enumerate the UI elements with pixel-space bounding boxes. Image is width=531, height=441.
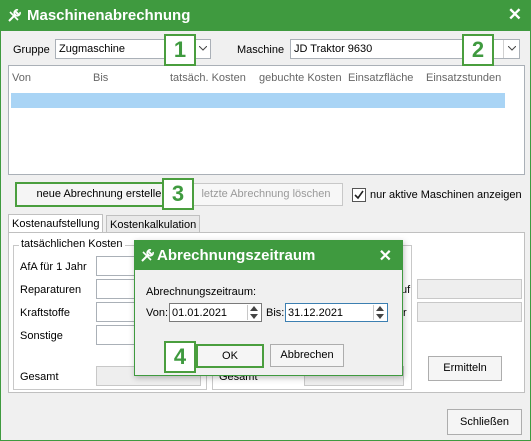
gruppe-label: Gruppe bbox=[13, 44, 50, 56]
date-spinner[interactable] bbox=[247, 305, 260, 320]
dialog-title: Abrechnungszeitraum bbox=[157, 247, 316, 264]
bis-date-value: 31.12.2021 bbox=[288, 307, 344, 319]
delete-last-billing-label: letzte Abrechnung löschen bbox=[201, 188, 331, 200]
spin-down-icon[interactable] bbox=[250, 314, 258, 319]
schliessen-button[interactable]: Schließen bbox=[447, 409, 522, 435]
main-window: Maschinenabrechnung ✕ Gruppe Zugmaschine… bbox=[0, 0, 531, 441]
cost-row-label: Kraftstoffe bbox=[20, 307, 70, 319]
callout-badge-1: 1 bbox=[164, 34, 196, 66]
period-label: Abrechnungszeitraum: bbox=[146, 286, 257, 298]
maschine-label: Maschine bbox=[237, 44, 285, 56]
von-label: Von: bbox=[146, 307, 169, 319]
column-header[interactable]: Einsatzstunden bbox=[426, 72, 501, 84]
window-title: Maschinenabrechnung bbox=[27, 7, 191, 24]
spin-down-icon[interactable] bbox=[376, 314, 384, 319]
cancel-button[interactable]: Abbrechen bbox=[270, 344, 344, 367]
period-dialog: Abrechnungszeitraum ✕ Abrechnungszeitrau… bbox=[134, 240, 403, 376]
cost-row-label: AfA für 1 Jahr bbox=[20, 261, 87, 273]
new-billing-label: neue Abrechnung erstellen bbox=[36, 188, 168, 200]
ermitteln-label: Ermitteln bbox=[443, 362, 487, 374]
close-icon[interactable]: ✕ bbox=[379, 246, 392, 266]
active-machines-checkbox[interactable] bbox=[352, 188, 366, 202]
ok-button[interactable]: OK bbox=[196, 344, 264, 368]
tools-icon bbox=[8, 9, 21, 22]
von-date-value: 01.01.2021 bbox=[172, 307, 228, 319]
total-label: Gesamt bbox=[20, 371, 59, 383]
close-icon[interactable]: ✕ bbox=[508, 5, 522, 25]
label-fragment: r bbox=[403, 307, 407, 319]
delete-last-billing-button[interactable]: letzte Abrechnung löschen bbox=[189, 183, 343, 206]
ermitteln-button[interactable]: Ermitteln bbox=[428, 356, 502, 381]
schliessen-label: Schließen bbox=[460, 416, 509, 428]
tab-label: Kostenaufstellung bbox=[12, 218, 100, 230]
gruppe-value: Zugmaschine bbox=[59, 43, 126, 55]
right-field bbox=[417, 279, 522, 299]
spin-up-icon[interactable] bbox=[376, 306, 384, 311]
date-spinner[interactable] bbox=[373, 305, 386, 320]
spin-up-icon[interactable] bbox=[250, 306, 258, 311]
billing-grid[interactable]: Von Bis tatsäch. Kosten gebuchte Kosten … bbox=[8, 65, 525, 175]
column-header[interactable]: tatsäch. Kosten bbox=[170, 72, 246, 84]
cost-row-label: Sonstige bbox=[20, 330, 63, 342]
cost-row-label: Reparaturen bbox=[20, 284, 82, 296]
tab-label: Kostenkalkulation bbox=[110, 219, 197, 231]
chevron-down-icon[interactable] bbox=[194, 40, 210, 58]
group-title: tatsächlichen Kosten bbox=[19, 238, 125, 250]
title-bar: Maschinenabrechnung ✕ bbox=[1, 1, 530, 31]
table-row[interactable] bbox=[11, 93, 505, 108]
column-header[interactable]: gebuchte Kosten bbox=[259, 72, 342, 84]
bis-date-input[interactable]: 31.12.2021 bbox=[285, 303, 388, 322]
chevron-down-icon[interactable] bbox=[503, 40, 519, 58]
column-header[interactable]: Bis bbox=[93, 72, 108, 84]
ok-label: OK bbox=[222, 350, 238, 362]
checkmark-icon bbox=[354, 190, 364, 200]
active-machines-label[interactable]: nur aktive Maschinen anzeigen bbox=[370, 189, 522, 201]
von-date-input[interactable]: 01.01.2021 bbox=[169, 303, 262, 322]
dialog-title-bar: Abrechnungszeitraum ✕ bbox=[135, 241, 402, 270]
right-field bbox=[417, 302, 522, 322]
bis-label: Bis: bbox=[266, 307, 285, 319]
cancel-label: Abbrechen bbox=[280, 349, 334, 361]
tools-icon bbox=[141, 249, 154, 262]
callout-badge-4: 4 bbox=[164, 341, 196, 373]
column-header[interactable]: Einsatzfläche bbox=[348, 72, 413, 84]
column-header[interactable]: Von bbox=[12, 72, 31, 84]
callout-badge-3: 3 bbox=[162, 178, 194, 210]
callout-badge-2: 2 bbox=[462, 34, 494, 66]
maschine-value: JD Traktor 9630 bbox=[294, 43, 373, 55]
